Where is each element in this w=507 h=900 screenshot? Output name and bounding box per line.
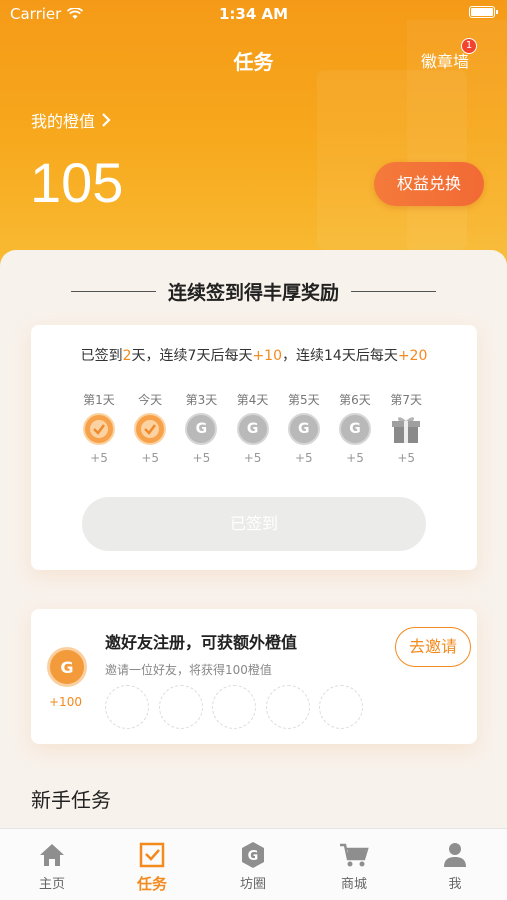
signin-day: 第6天 G +5 [335,391,375,465]
bonus-14-days: +20 [397,348,428,364]
newbie-tasks-title: 新手任务 [31,788,111,812]
signin-day-reward: +5 [294,451,313,465]
notification-badge: 1 [461,38,477,54]
signin-heading: 连续签到得丰厚奖励 [0,278,507,305]
signin-day-reward: +5 [397,451,416,465]
coin-icon: G [236,413,269,445]
tab-label: 我 [448,877,462,892]
tab-label: 坊圈 [239,877,266,892]
redeem-button[interactable]: 权益兑换 [374,162,484,206]
signin-description: 已签到2天，连续7天后每天+10，连续14天后每天+20 [31,345,477,365]
signin-day-label: 第7天 [390,393,422,407]
bonus-7-days: +10 [252,348,282,364]
my-value-label: 我的橙值 [31,112,96,131]
gift-icon [390,413,422,445]
signin-day-reward: +5 [243,451,262,465]
desc-text: ，连续14天后每天 [282,348,398,364]
invite-slot [105,685,149,729]
signin-day-reward: +5 [90,451,108,465]
chevron-right-icon [102,113,111,127]
circle-icon: G [242,842,264,868]
invite-subtitle: 邀请一位好友，将获得100橙值 [105,663,272,677]
signed-in-button[interactable]: 已签到 [82,497,426,551]
invite-slot [212,685,256,729]
signin-day: 今天 +5 [130,391,170,465]
signin-day: 第3天 G +5 [181,391,221,465]
signin-day-label: 第6天 [339,393,371,407]
signin-day-label: 第4天 [236,393,269,407]
desc-text: 已签到 [80,348,123,364]
signin-day: 第5天 G +5 [284,391,324,465]
desc-text: 天，连续7天后每天 [131,348,253,364]
signin-day: 第1天 +5 [79,391,119,465]
home-icon [40,844,64,866]
task-icon [139,842,165,868]
signin-day-reward: +5 [192,451,211,465]
signin-day-label: 第1天 [83,393,115,407]
tab-task[interactable]: 任务 [122,839,182,894]
status-bar: Carrier 1:34 AM [0,0,507,28]
invite-button[interactable]: 去邀请 [395,627,471,667]
tab-me[interactable]: 我 [425,839,485,892]
hero-decoration [317,70,467,250]
tab-circle[interactable]: G 坊圈 [223,839,283,892]
status-time: 1:34 AM [218,5,289,23]
invite-slot [319,685,363,729]
signin-day-label: 今天 [138,393,163,407]
signin-card: 已签到2天，连续7天后每天+10，连续14天后每天+20 第1天 +5 今天 +5 第3… [31,325,477,570]
coin-icon: G [339,413,371,445]
user-icon [444,843,466,867]
signin-day-label: 第5天 [287,393,320,407]
invite-slot [265,685,310,729]
tab-bar: 主页 任务 G 坊圈 商城 我 [0,828,507,900]
invite-reward: +100 [49,695,82,709]
signin-day: 第4天 G +5 [233,391,273,465]
tab-shop[interactable]: 商城 [324,839,384,892]
battery-icon [469,6,498,18]
invite-slot [158,685,203,729]
badge-wall-link[interactable]: 徽章墙 [421,48,469,72]
cart-icon [340,843,369,867]
signin-day: 第7天 +5 [386,391,426,465]
heading-divider [351,291,436,292]
signed-days-count: 2 [122,348,132,364]
signin-heading-text: 连续签到得丰厚奖励 [167,282,339,304]
orange-value-amount: 105 [30,151,124,214]
signin-days-row: 第1天 +5 今天 +5 第3天 G +5 第4天 G +5 第5天 G +5 第6天 G +5 第7天 +5 [79,391,439,471]
signin-day-reward: +5 [346,451,364,465]
tab-label: 商城 [340,877,367,892]
coin-icon: G [185,413,218,445]
svg-text:G: G [248,849,259,864]
coin-icon: G [47,647,87,687]
signin-day-label: 第3天 [185,393,218,407]
signin-day-reward: +5 [141,451,160,465]
heading-divider [70,291,156,292]
check-coin-icon [83,413,115,445]
my-value-link[interactable]: 我的橙值 [31,108,111,132]
tab-label: 任务 [136,875,167,893]
check-coin-icon [134,413,167,445]
tab-label: 主页 [38,877,65,892]
invite-title: 邀好友注册，可获额外橙值 [105,633,298,652]
coin-icon: G [287,413,320,445]
invite-card: G +100 邀好友注册，可获额外橙值 邀请一位好友，将获得100橙值 去邀请 [31,609,477,744]
tab-home[interactable]: 主页 [22,839,82,892]
